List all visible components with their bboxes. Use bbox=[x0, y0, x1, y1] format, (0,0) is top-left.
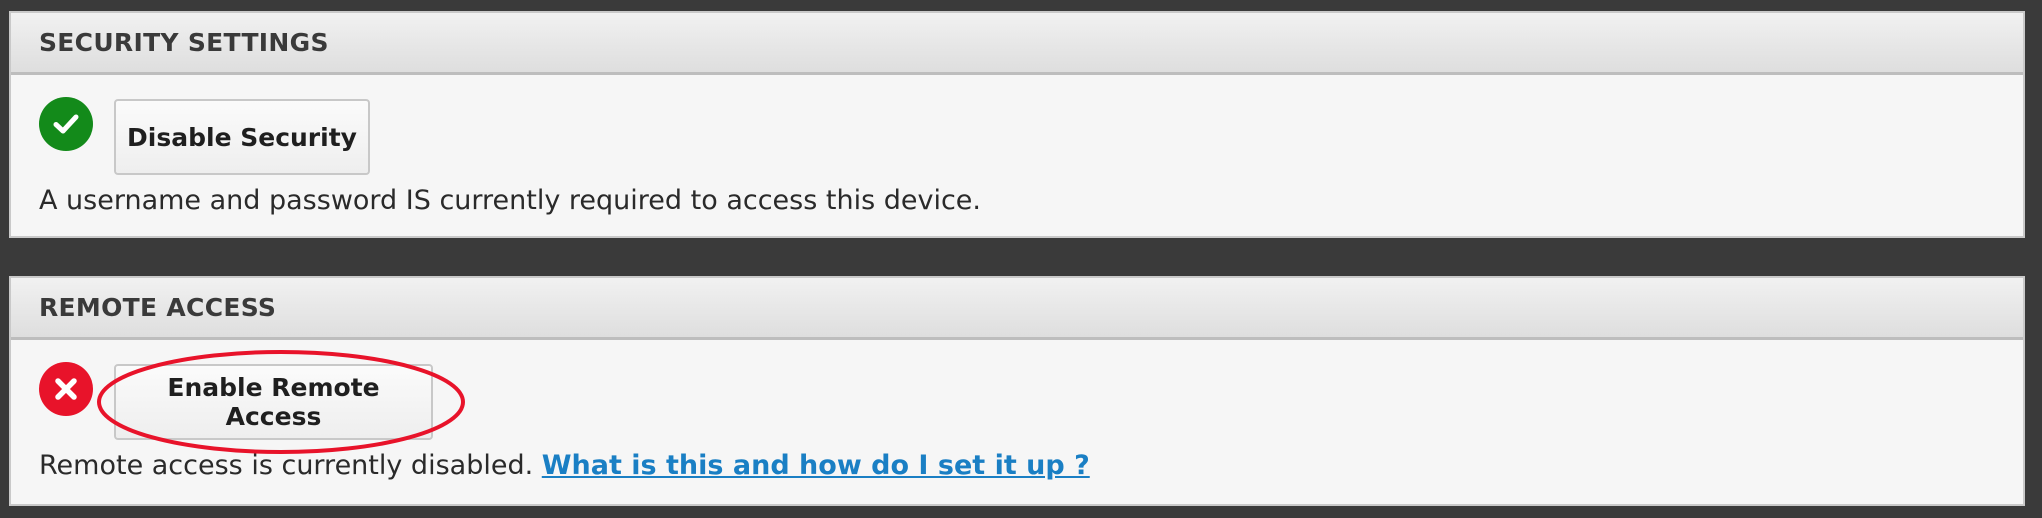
remote-access-panel: REMOTE ACCESS Enable Remote Access Remot… bbox=[9, 276, 2025, 506]
remote-access-title: REMOTE ACCESS bbox=[39, 293, 277, 322]
remote-access-header: REMOTE ACCESS bbox=[11, 278, 2023, 340]
security-settings-header: SECURITY SETTINGS bbox=[11, 13, 2023, 75]
check-circle-icon bbox=[39, 97, 93, 151]
disable-security-button[interactable]: Disable Security bbox=[114, 99, 370, 175]
security-status-text: A username and password IS currently req… bbox=[39, 185, 981, 216]
remote-access-help-link[interactable]: What is this and how do I set it up ? bbox=[542, 450, 1090, 481]
remote-status-text: Remote access is currently disabled. bbox=[39, 450, 534, 481]
x-circle-icon bbox=[39, 362, 93, 416]
remote-status-line: Remote access is currently disabled. Wha… bbox=[39, 450, 1090, 481]
remote-access-body: Enable Remote Access Remote access is cu… bbox=[11, 340, 2023, 500]
enable-remote-access-button[interactable]: Enable Remote Access bbox=[114, 364, 433, 440]
security-settings-panel: SECURITY SETTINGS Disable Security A use… bbox=[9, 11, 2025, 238]
security-settings-body: Disable Security A username and password… bbox=[11, 75, 2023, 235]
security-settings-title: SECURITY SETTINGS bbox=[39, 28, 329, 57]
